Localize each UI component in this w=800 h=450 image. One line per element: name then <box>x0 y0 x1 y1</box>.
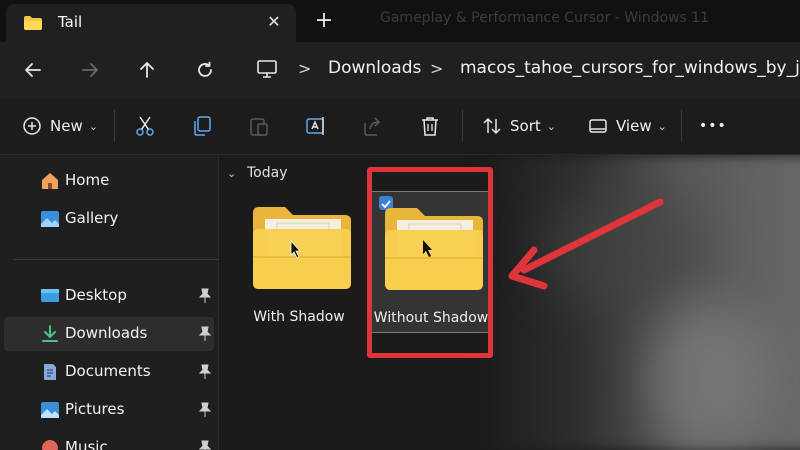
divider <box>462 110 463 142</box>
breadcrumb-downloads[interactable]: Downloads <box>328 58 421 78</box>
forward-arrow-icon[interactable] <box>76 56 104 84</box>
share-icon <box>364 117 381 136</box>
sidebar-item-music[interactable]: Music <box>4 431 214 450</box>
group-label: Today <box>247 165 288 181</box>
new-button[interactable]: New ⌄ <box>22 112 98 140</box>
breadcrumb[interactable]: > Downloads > macos_tahoe_cursors_for_wi… <box>250 52 800 88</box>
divider <box>681 110 682 142</box>
sidebar-item-label: Pictures <box>65 400 125 418</box>
sidebar-item-label: Home <box>65 171 110 189</box>
gallery-icon <box>41 211 59 227</box>
tab-tail[interactable]: Tail ✕ <box>6 4 296 42</box>
sidebar-item-label: Documents <box>65 362 151 380</box>
music-icon <box>42 440 58 450</box>
chevron-down-icon: ⌄ <box>88 119 98 133</box>
divider <box>114 110 115 142</box>
close-tab-icon[interactable]: ✕ <box>262 10 286 34</box>
scissors-icon <box>136 116 154 136</box>
sidebar-item-label: Gallery <box>65 209 119 227</box>
view-button[interactable]: View ⌄ <box>588 112 667 140</box>
document-icon <box>44 364 56 380</box>
background-window-title: Gameplay & Performance Cursor - Windows … <box>380 10 710 26</box>
view-icon <box>589 119 607 133</box>
group-header-today[interactable]: ⌄ Today <box>227 165 288 181</box>
sidebar-item-label: Desktop <box>65 286 127 304</box>
back-arrow-icon[interactable] <box>19 56 47 84</box>
command-bar: New ⌄ Sort ⌄ View ⌄ ••• <box>0 98 800 155</box>
download-icon <box>42 325 58 342</box>
sort-icon <box>483 117 501 135</box>
trash-icon <box>422 117 438 136</box>
pin-icon[interactable] <box>198 440 212 450</box>
background-blur <box>649 305 769 450</box>
folder-icon <box>253 207 351 289</box>
paste-icon <box>250 118 268 136</box>
paste-button[interactable] <box>248 112 270 140</box>
sidebar-item-home[interactable]: Home <box>4 164 214 198</box>
desktop-icon <box>41 289 59 302</box>
sidebar-item-pictures[interactable]: Pictures <box>4 393 214 427</box>
sidebar-item-gallery[interactable]: Gallery <box>4 202 214 236</box>
chevron-down-icon: ⌄ <box>657 119 667 133</box>
new-label: New <box>50 117 83 135</box>
more-options-button[interactable]: ••• <box>699 112 727 140</box>
copy-button[interactable] <box>191 112 213 140</box>
view-label: View <box>616 117 652 135</box>
sidebar-item-label: Downloads <box>65 324 148 342</box>
navigation-pane: Home Gallery Desktop Downloads Documents… <box>0 155 219 450</box>
folder-icon <box>24 16 42 30</box>
copy-icon <box>194 116 211 136</box>
plus-circle-icon <box>23 117 41 135</box>
new-tab-button[interactable]: + <box>311 8 337 34</box>
refresh-icon[interactable] <box>191 56 219 84</box>
pin-icon[interactable] <box>198 402 212 418</box>
breadcrumb-current-folder[interactable]: macos_tahoe_cursors_for_windows_by_jimmy… <box>460 58 800 78</box>
cut-button[interactable] <box>134 112 156 140</box>
annotation-highlight-box <box>367 167 493 358</box>
pictures-icon <box>41 402 59 418</box>
sidebar-item-documents[interactable]: Documents <box>4 355 214 389</box>
breadcrumb-separator: > <box>298 59 312 78</box>
up-arrow-icon[interactable] <box>133 56 161 84</box>
pin-icon[interactable] <box>198 364 212 380</box>
breadcrumb-separator: > <box>430 59 444 78</box>
sort-label: Sort <box>510 117 541 135</box>
sidebar-divider <box>14 259 218 260</box>
chevron-down-icon: ⌄ <box>546 119 556 133</box>
delete-button[interactable] <box>419 112 441 140</box>
sidebar-item-desktop[interactable]: Desktop <box>4 279 214 313</box>
folder-label: With Shadow <box>253 309 345 325</box>
file-explorer-window: Tail ✕ + Gameplay & Performance Cursor -… <box>0 0 800 450</box>
pin-icon[interactable] <box>198 288 212 304</box>
pin-icon[interactable] <box>198 326 212 342</box>
folder-with-shadow[interactable]: With Shadow <box>239 191 359 331</box>
tab-bar: Tail ✕ + Gameplay & Performance Cursor -… <box>0 0 800 42</box>
annotation-arrow-icon <box>508 198 664 290</box>
more-icon: ••• <box>699 118 727 134</box>
rename-button[interactable] <box>305 112 327 140</box>
navigation-bar: > Downloads > macos_tahoe_cursors_for_wi… <box>0 42 800 98</box>
sort-button[interactable]: Sort ⌄ <box>482 112 556 140</box>
home-icon <box>42 173 58 189</box>
sidebar-item-label: Music <box>65 438 108 450</box>
tab-title: Tail <box>58 13 83 31</box>
chevron-down-icon: ⌄ <box>227 166 237 180</box>
this-pc-icon[interactable] <box>256 58 278 80</box>
sidebar-item-downloads[interactable]: Downloads <box>4 317 214 351</box>
rename-icon <box>306 117 324 135</box>
share-button[interactable] <box>362 112 384 140</box>
